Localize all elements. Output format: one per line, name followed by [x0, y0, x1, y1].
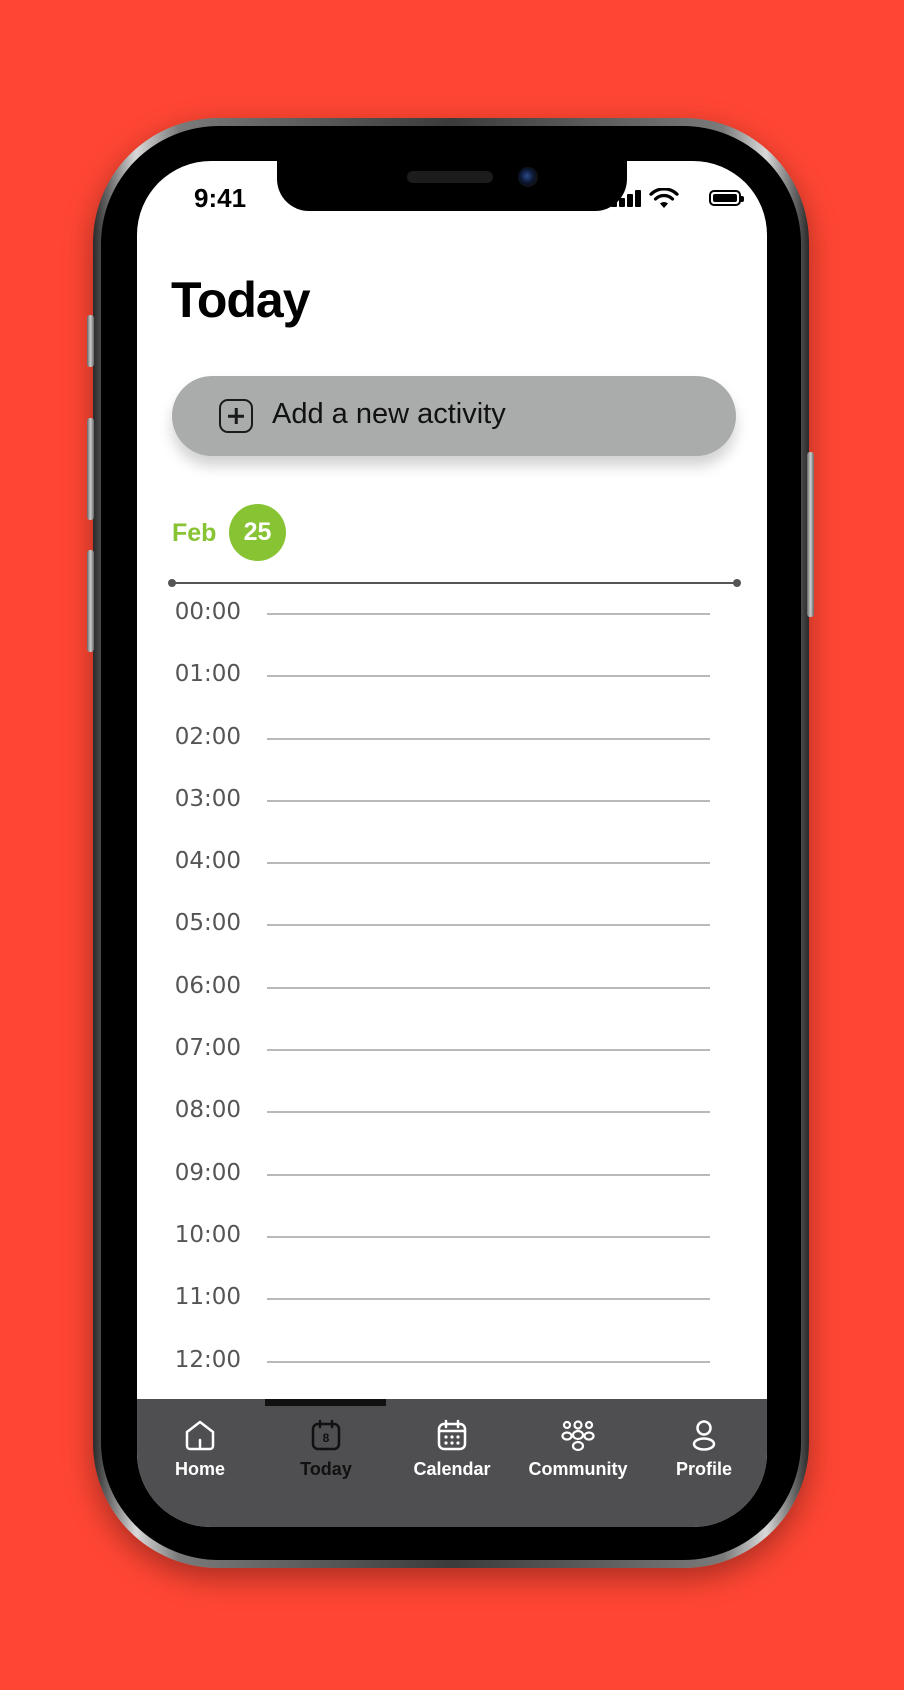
- side-button-volume-down: [87, 550, 94, 652]
- hour-gridline: [267, 675, 710, 678]
- hour-gridline: [267, 1235, 710, 1238]
- timeline-row[interactable]: 01:00: [137, 661, 767, 723]
- notch: [277, 161, 627, 211]
- timeline[interactable]: 00:00 01:00 02:00 03:00 04:00 05:00 06:00 07:00…: [137, 599, 767, 1409]
- hour-label: 04:00: [174, 848, 241, 875]
- tab-calendar-label: Calendar: [413, 1459, 491, 1479]
- timeline-row[interactable]: 04:00: [137, 848, 767, 910]
- page-title: Today: [171, 272, 311, 328]
- timeline-row[interactable]: 03:00: [137, 786, 767, 848]
- timeline-row[interactable]: 09:00: [137, 1160, 767, 1222]
- calendar-day-icon: 8: [311, 1419, 341, 1451]
- tab-home-label: Home: [174, 1459, 225, 1479]
- status-icons: [605, 188, 745, 209]
- add-activity-label: Add a new activity: [272, 398, 506, 430]
- hour-label: 08:00: [174, 1097, 241, 1124]
- side-button-mute: [87, 315, 94, 367]
- tab-community[interactable]: Community: [515, 1417, 641, 1487]
- add-activity-button[interactable]: Add a new activity: [172, 376, 736, 456]
- hour-gridline: [267, 986, 710, 989]
- hour-gridline: [267, 799, 710, 802]
- date-day-badge[interactable]: 25: [229, 504, 286, 561]
- hour-gridline: [267, 1298, 710, 1301]
- screen: 9:41 Today Add a new activity Feb 25 00:…: [137, 161, 767, 1527]
- calendar-day-icon-text: 8: [323, 1431, 330, 1445]
- tab-community-label: Community: [528, 1459, 628, 1479]
- timeline-row[interactable]: 11:00: [137, 1284, 767, 1346]
- tab-calendar[interactable]: Calendar: [389, 1417, 515, 1487]
- hour-label: 12:00: [174, 1346, 241, 1373]
- tab-profile-label: Profile: [675, 1459, 732, 1479]
- hour-gridline: [267, 1360, 710, 1363]
- profile-icon: [692, 1420, 716, 1451]
- hour-label: 06:00: [174, 972, 241, 999]
- tab-bar: Home 8 Today Calendar Community Profile: [137, 1399, 767, 1527]
- timeline-row[interactable]: 10:00: [137, 1222, 767, 1284]
- timeline-row[interactable]: 07:00: [137, 1035, 767, 1097]
- plus-square-icon: [219, 399, 253, 433]
- hour-label: 07:00: [174, 1035, 241, 1062]
- battery-icon: [709, 190, 744, 206]
- timeline-row[interactable]: 05:00: [137, 910, 767, 972]
- hour-label: 02:00: [174, 723, 241, 750]
- hour-gridline: [267, 862, 710, 865]
- hour-gridline: [267, 1111, 710, 1114]
- hour-label: 11:00: [174, 1284, 241, 1311]
- date-divider: [168, 579, 741, 587]
- side-button-volume-up: [87, 418, 94, 520]
- cellular-signal-icon: [611, 189, 643, 209]
- hour-gridline: [267, 737, 710, 740]
- tab-today-label: Today: [300, 1459, 352, 1479]
- timeline-row[interactable]: 06:00: [137, 973, 767, 1035]
- speaker: [407, 171, 493, 183]
- community-icon: [561, 1420, 595, 1452]
- home-icon: [185, 1420, 215, 1451]
- hour-gridline: [267, 613, 710, 615]
- hour-label: 09:00: [174, 1159, 241, 1186]
- tab-today[interactable]: 8 Today: [263, 1417, 389, 1487]
- hour-gridline: [267, 924, 710, 927]
- tab-profile[interactable]: Profile: [641, 1417, 767, 1487]
- wifi-icon: [649, 188, 679, 208]
- hour-label: 05:00: [174, 910, 241, 937]
- camera: [518, 167, 538, 187]
- calendar-icon: [437, 1419, 467, 1451]
- active-tab-indicator: [265, 1399, 386, 1406]
- date-month: Feb: [172, 519, 217, 547]
- hour-gridline: [267, 1173, 710, 1176]
- hour-label: 01:00: [174, 661, 241, 688]
- tab-home[interactable]: Home: [137, 1417, 263, 1487]
- timeline-row[interactable]: 08:00: [137, 1097, 767, 1159]
- timeline-row[interactable]: 02:00: [137, 724, 767, 786]
- timeline-row[interactable]: 00:00: [137, 599, 767, 661]
- side-button-power: [807, 452, 814, 617]
- hour-label: 10:00: [174, 1221, 241, 1248]
- hour-gridline: [267, 1049, 710, 1052]
- status-time: 9:41: [194, 183, 247, 213]
- hour-label: 03:00: [174, 785, 241, 812]
- hour-label: 00:00: [174, 599, 241, 625]
